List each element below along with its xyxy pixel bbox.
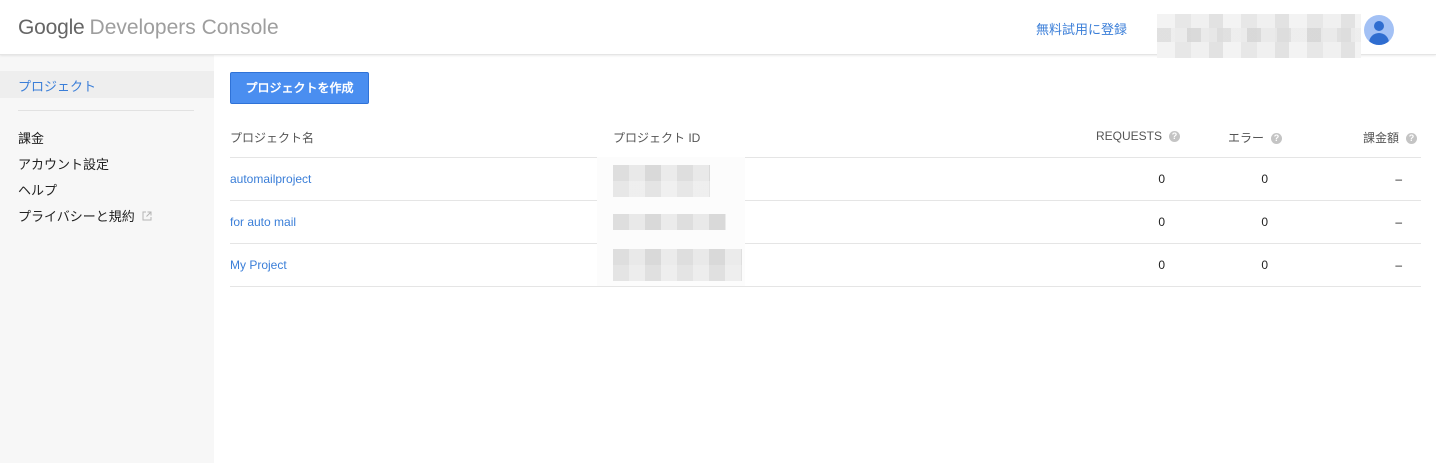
brand-product-name: Developers Console xyxy=(89,16,279,39)
sidebar-item-label: プロジェクト xyxy=(18,79,97,94)
column-header-errors: エラー? xyxy=(1180,129,1282,146)
sidebar-item-label: プライバシーと規約 xyxy=(18,209,135,224)
table-divider xyxy=(230,157,1421,158)
column-header-project-name[interactable]: プロジェクト名 xyxy=(230,129,314,146)
column-header-label: エラー xyxy=(1227,131,1264,145)
column-header-requests: REQUESTS? xyxy=(1060,129,1180,143)
sidebar-item-privacy-terms[interactable]: プライバシーと規約 xyxy=(18,206,152,225)
help-icon[interactable]: ? xyxy=(1271,133,1282,144)
column-header-label: REQUESTS xyxy=(1095,129,1162,143)
avatar[interactable] xyxy=(1364,15,1394,45)
brand-google: Google xyxy=(18,16,85,39)
column-header-project-id[interactable]: プロジェクト ID xyxy=(613,129,700,146)
project-id-redacted xyxy=(597,243,745,286)
requests-value: 0 xyxy=(1158,215,1165,229)
sidebar-item-billing[interactable]: 課金 xyxy=(18,128,44,147)
sidebar-item-projects[interactable]: プロジェクト xyxy=(0,71,214,98)
help-icon[interactable]: ? xyxy=(1169,131,1180,142)
project-id-redacted xyxy=(597,200,745,243)
brand-logo[interactable]: Google Developers Console xyxy=(18,16,279,40)
free-trial-link[interactable]: 無料試用に登録 xyxy=(1036,19,1127,38)
project-id-redacted xyxy=(597,157,745,200)
billing-value: – xyxy=(1395,215,1402,229)
project-name-link[interactable]: automailproject xyxy=(230,172,311,186)
avatar-head-icon xyxy=(1374,21,1384,31)
create-project-button[interactable]: プロジェクトを作成 xyxy=(230,72,369,104)
sidebar-divider xyxy=(18,110,194,111)
project-name-link[interactable]: for auto mail xyxy=(230,215,296,229)
project-name-link[interactable]: My Project xyxy=(230,258,287,272)
errors-value: 0 xyxy=(1261,258,1268,272)
column-header-billing: 課金額? xyxy=(1300,129,1417,146)
external-link-icon xyxy=(142,209,152,221)
table-divider xyxy=(230,200,1421,201)
avatar-body-icon xyxy=(1369,33,1389,45)
requests-value: 0 xyxy=(1158,172,1165,186)
sidebar-item-account-settings[interactable]: アカウント設定 xyxy=(18,154,109,173)
table-divider xyxy=(230,286,1421,287)
table-divider xyxy=(230,243,1421,244)
top-header: Google Developers Console 無料試用に登録 xyxy=(0,0,1436,58)
column-header-label: 課金額 xyxy=(1362,131,1399,145)
requests-value: 0 xyxy=(1158,258,1165,272)
billing-value: – xyxy=(1395,258,1402,272)
sidebar-item-help[interactable]: ヘルプ xyxy=(18,180,57,199)
errors-value: 0 xyxy=(1261,215,1268,229)
help-icon[interactable]: ? xyxy=(1406,133,1417,144)
sidebar: プロジェクト 課金 アカウント設定 ヘルプ プライバシーと規約 xyxy=(0,55,214,463)
account-email-redacted[interactable] xyxy=(1157,14,1361,58)
errors-value: 0 xyxy=(1261,172,1268,186)
billing-value: – xyxy=(1395,172,1402,186)
